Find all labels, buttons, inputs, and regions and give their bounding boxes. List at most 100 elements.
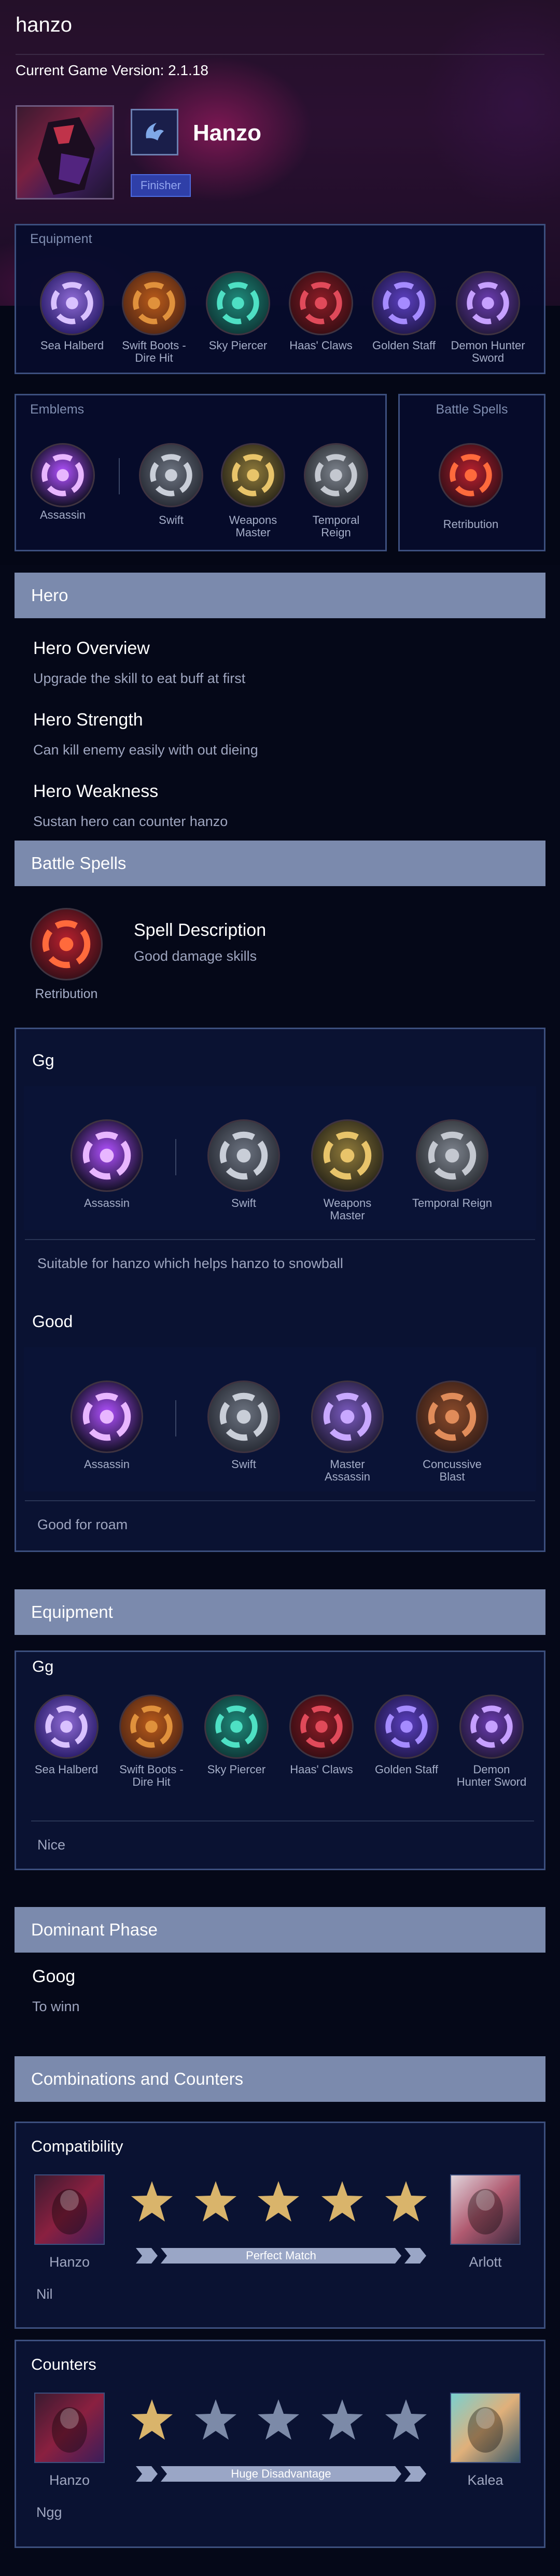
equipment-note: Nice: [37, 1837, 66, 1853]
hero-strength-text: Can kill enemy easily with out dieing: [33, 742, 258, 758]
equip-build-label: Demon Hunter Sword: [456, 1763, 527, 1788]
demon-hunter-sword-icon[interactable]: [459, 1695, 524, 1759]
hero-role-badge: Finisher: [131, 174, 191, 197]
swift-boots-dire-hit-icon[interactable]: [122, 271, 186, 335]
compat-left-portrait[interactable]: [34, 2174, 105, 2245]
swift-boots-dire-hit-icon[interactable]: [119, 1695, 184, 1759]
spell-section-icon[interactable]: [30, 908, 103, 980]
equip-build-label: Sea Halberd: [34, 1763, 99, 1776]
compat-right-name: Arlott: [469, 2254, 502, 2270]
compat-star-1: [131, 2181, 173, 2222]
hero-overview-title: Hero Overview: [33, 638, 150, 658]
top-equip-label: Golden Staff: [372, 339, 436, 352]
build-note: Good for roam: [37, 1517, 128, 1532]
talent-label: Temporal Reign: [312, 514, 360, 539]
retribution-spell-icon[interactable]: [439, 443, 503, 507]
swift-icon[interactable]: [207, 1119, 280, 1192]
header-divider: [16, 54, 544, 55]
sea-halberd-icon[interactable]: [34, 1695, 99, 1759]
combinations-section-bar: Combinations and Counters: [15, 2056, 545, 2102]
sea-halberd-icon[interactable]: [40, 271, 104, 335]
top-equip-label: Haas' Claws: [289, 339, 353, 352]
sky-piercer-icon[interactable]: [206, 271, 270, 335]
temporal-reign-icon[interactable]: [304, 443, 368, 507]
swift-icon[interactable]: [139, 443, 203, 507]
compat-left-name: Hanzo: [49, 2254, 90, 2270]
build-talent-label: Concussive Blast: [423, 1458, 482, 1483]
emblem-build-name: Gg: [32, 1051, 54, 1070]
swift-icon[interactable]: [207, 1380, 280, 1453]
spell-description-text: Good damage skills: [134, 948, 257, 964]
weapons-master-icon[interactable]: [311, 1119, 384, 1192]
build-talent-label: Swift: [231, 1197, 256, 1209]
top-equip-label: Swift Boots - Dire Hit: [122, 339, 186, 364]
build-main-emblem-icon[interactable]: [71, 1380, 143, 1453]
sky-piercer-icon[interactable]: [204, 1695, 269, 1759]
golden-staff-icon[interactable]: [372, 271, 436, 335]
build-talent-label: Master Assassin: [324, 1458, 371, 1483]
equip-build-label: Haas' Claws: [290, 1763, 353, 1776]
emblem-main-icon[interactable]: [31, 443, 95, 507]
temporal-reign-icon[interactable]: [416, 1119, 488, 1192]
master-assassin-icon[interactable]: [311, 1380, 384, 1453]
compat-title: Compatibility: [31, 2137, 123, 2155]
dominant-phase-bar: Dominant Phase: [15, 1907, 545, 1953]
build-talent-label: Weapons Master: [323, 1197, 372, 1222]
build-note-divider: [25, 1239, 535, 1240]
equipment-build-name: Gg: [32, 1657, 54, 1675]
haas-claws-icon[interactable]: [289, 1695, 354, 1759]
build-main-emblem-icon[interactable]: [71, 1119, 143, 1192]
compat-star-3: [258, 2181, 299, 2222]
counters-match-label: Huge Disadvantage: [231, 2467, 331, 2480]
hero-strength-title: Hero Strength: [33, 710, 143, 730]
compat-star-5: [385, 2181, 427, 2222]
top-equip-label: Sky Piercer: [208, 339, 268, 352]
build-talent-label: Swift: [231, 1458, 256, 1471]
counters-left-name: Hanzo: [49, 2472, 90, 2488]
counters-star-4: [321, 2399, 363, 2440]
talent-label: Weapons Master: [229, 514, 277, 539]
dominant-phase-desc: To winn: [32, 1999, 80, 2014]
build-main-emblem-label: Assassin: [83, 1458, 130, 1471]
hero-weakness-text: Sustan hero can counter hanzo: [33, 814, 228, 829]
counters-star-2: [195, 2399, 236, 2440]
haas-claws-icon[interactable]: [289, 271, 353, 335]
compat-note: Nil: [36, 2286, 53, 2302]
counters-right-portrait[interactable]: [450, 2393, 521, 2463]
counters-note: Ngg: [36, 2504, 62, 2520]
spell-description-title: Spell Description: [134, 920, 267, 940]
spell-section-label: Retribution: [35, 987, 98, 1001]
hero-name: Hanzo: [193, 120, 261, 146]
equipment-build-panel: [15, 1650, 545, 1870]
emblem-main-label: Assassin: [39, 508, 86, 521]
golden-staff-icon[interactable]: [374, 1695, 439, 1759]
hero-section-bar: Hero: [15, 573, 545, 618]
build-main-emblem-label: Assassin: [83, 1197, 130, 1209]
concussive-blast-icon[interactable]: [416, 1380, 488, 1453]
top-spells-title: Battle Spells: [436, 402, 508, 417]
counters-title: Counters: [31, 2355, 96, 2373]
equip-build-label: Swift Boots - Dire Hit: [119, 1763, 184, 1788]
hero-class-icon: [131, 109, 178, 155]
game-version: Current Game Version: 2.1.18: [16, 62, 208, 78]
counters-star-3: [258, 2399, 299, 2440]
build-note: Suitable for hanzo which helps hanzo to …: [37, 1256, 343, 1271]
counters-left-portrait[interactable]: [34, 2393, 105, 2463]
compat-match-label: Perfect Match: [246, 2249, 316, 2262]
build-note-divider: [25, 1500, 535, 1501]
dominant-phase-name: Goog: [32, 1967, 76, 1986]
demon-hunter-sword-icon[interactable]: [456, 271, 520, 335]
equipment-section-bar: Equipment: [15, 1589, 545, 1635]
top-equip-label: Demon Hunter Sword: [451, 339, 525, 364]
top-spell-label: Retribution: [443, 518, 499, 531]
build-emblem-divider: [175, 1400, 176, 1436]
weapons-master-icon[interactable]: [221, 443, 285, 507]
hero-weakness-title: Hero Weakness: [33, 781, 159, 801]
build-emblem-divider: [175, 1139, 176, 1175]
build-talent-label: Temporal Reign: [412, 1197, 493, 1209]
compat-right-portrait[interactable]: [450, 2174, 521, 2245]
top-equip-label: Sea Halberd: [40, 339, 104, 352]
emblem-divider: [119, 458, 120, 494]
hero-overview-text: Upgrade the skill to eat buff at first: [33, 671, 246, 686]
compat-star-2: [195, 2181, 236, 2222]
